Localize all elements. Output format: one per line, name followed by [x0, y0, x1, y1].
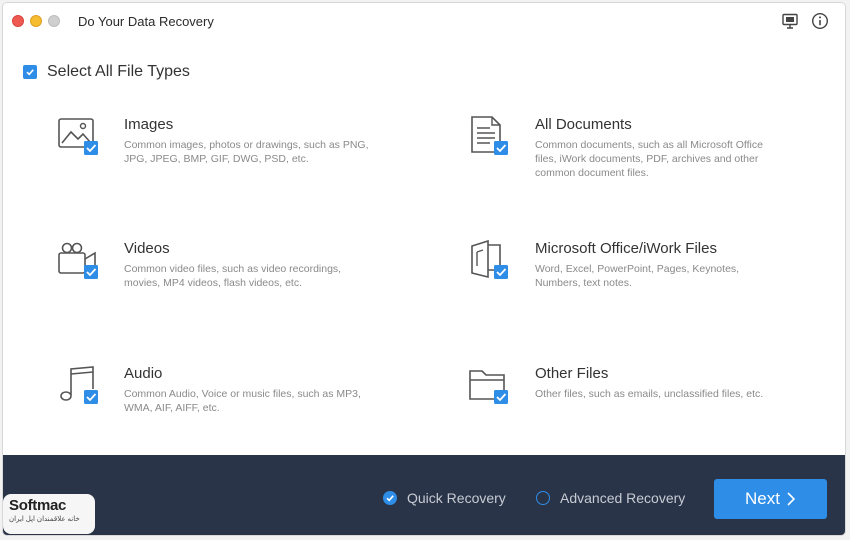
music-note-icon[interactable] — [57, 365, 105, 413]
select-all-checkbox[interactable]: Select All File Types — [23, 63, 190, 81]
office-icon[interactable] — [468, 240, 516, 288]
minimize-window-button[interactable] — [30, 15, 42, 27]
quick-recovery-option[interactable]: Quick Recovery — [383, 490, 506, 506]
file-type-title: Images — [124, 116, 174, 133]
video-camera-icon[interactable] — [57, 240, 105, 288]
file-type-description: Common documents, such as all Microsoft … — [535, 139, 763, 179]
window-title: Do Your Data Recovery — [78, 14, 214, 29]
file-type-description: Common video files, such as video record… — [124, 263, 342, 289]
close-window-button[interactable] — [12, 15, 24, 27]
advanced-recovery-label: Advanced Recovery — [560, 490, 686, 506]
file-type-description: Common Audio, Voice or music files, such… — [124, 388, 361, 414]
file-type-description: Common images, photos or drawings, such … — [124, 139, 369, 165]
screen-icon[interactable] — [781, 12, 799, 30]
next-button-label: Next — [745, 489, 780, 508]
checkbox-checked-icon[interactable] — [23, 65, 37, 79]
advanced-recovery-option[interactable]: Advanced Recovery — [536, 490, 685, 506]
next-button[interactable]: Next — [714, 479, 827, 519]
file-type-title: Other Files — [535, 365, 609, 382]
file-type-title: Microsoft Office/iWork Files — [535, 240, 717, 257]
select-all-label: Select All File Types — [47, 63, 190, 80]
zoom-window-button[interactable] — [48, 15, 60, 27]
chevron-right-icon — [787, 492, 796, 506]
radio-checked-icon[interactable] — [383, 491, 397, 505]
watermark-subtitle: خانه علاقمندان اپل ایران — [9, 516, 80, 523]
file-type-title: Videos — [124, 240, 170, 257]
file-type-description: Other files, such as emails, unclassifie… — [535, 388, 764, 400]
app-window: Do Your Data Recovery Select All File Ty… — [2, 2, 846, 536]
watermark-logo-text: Softmac — [9, 497, 67, 514]
quick-recovery-label: Quick Recovery — [407, 490, 506, 506]
bottom-bar: Quick Recovery Advanced Recovery Next — [3, 455, 845, 535]
info-icon[interactable] — [811, 12, 829, 30]
watermark-logo: Softmac خانه علاقمندان اپل ایران — [3, 494, 95, 534]
file-type-description: Word, Excel, PowerPoint, Pages, Keynotes… — [535, 263, 740, 289]
title-bar: Do Your Data Recovery — [3, 3, 845, 39]
radio-unchecked-icon[interactable] — [536, 491, 550, 505]
document-icon[interactable] — [468, 116, 516, 164]
file-type-title: Audio — [124, 365, 163, 382]
file-type-title: All Documents — [535, 116, 632, 133]
image-icon[interactable] — [57, 116, 105, 164]
folder-icon[interactable] — [468, 365, 516, 413]
